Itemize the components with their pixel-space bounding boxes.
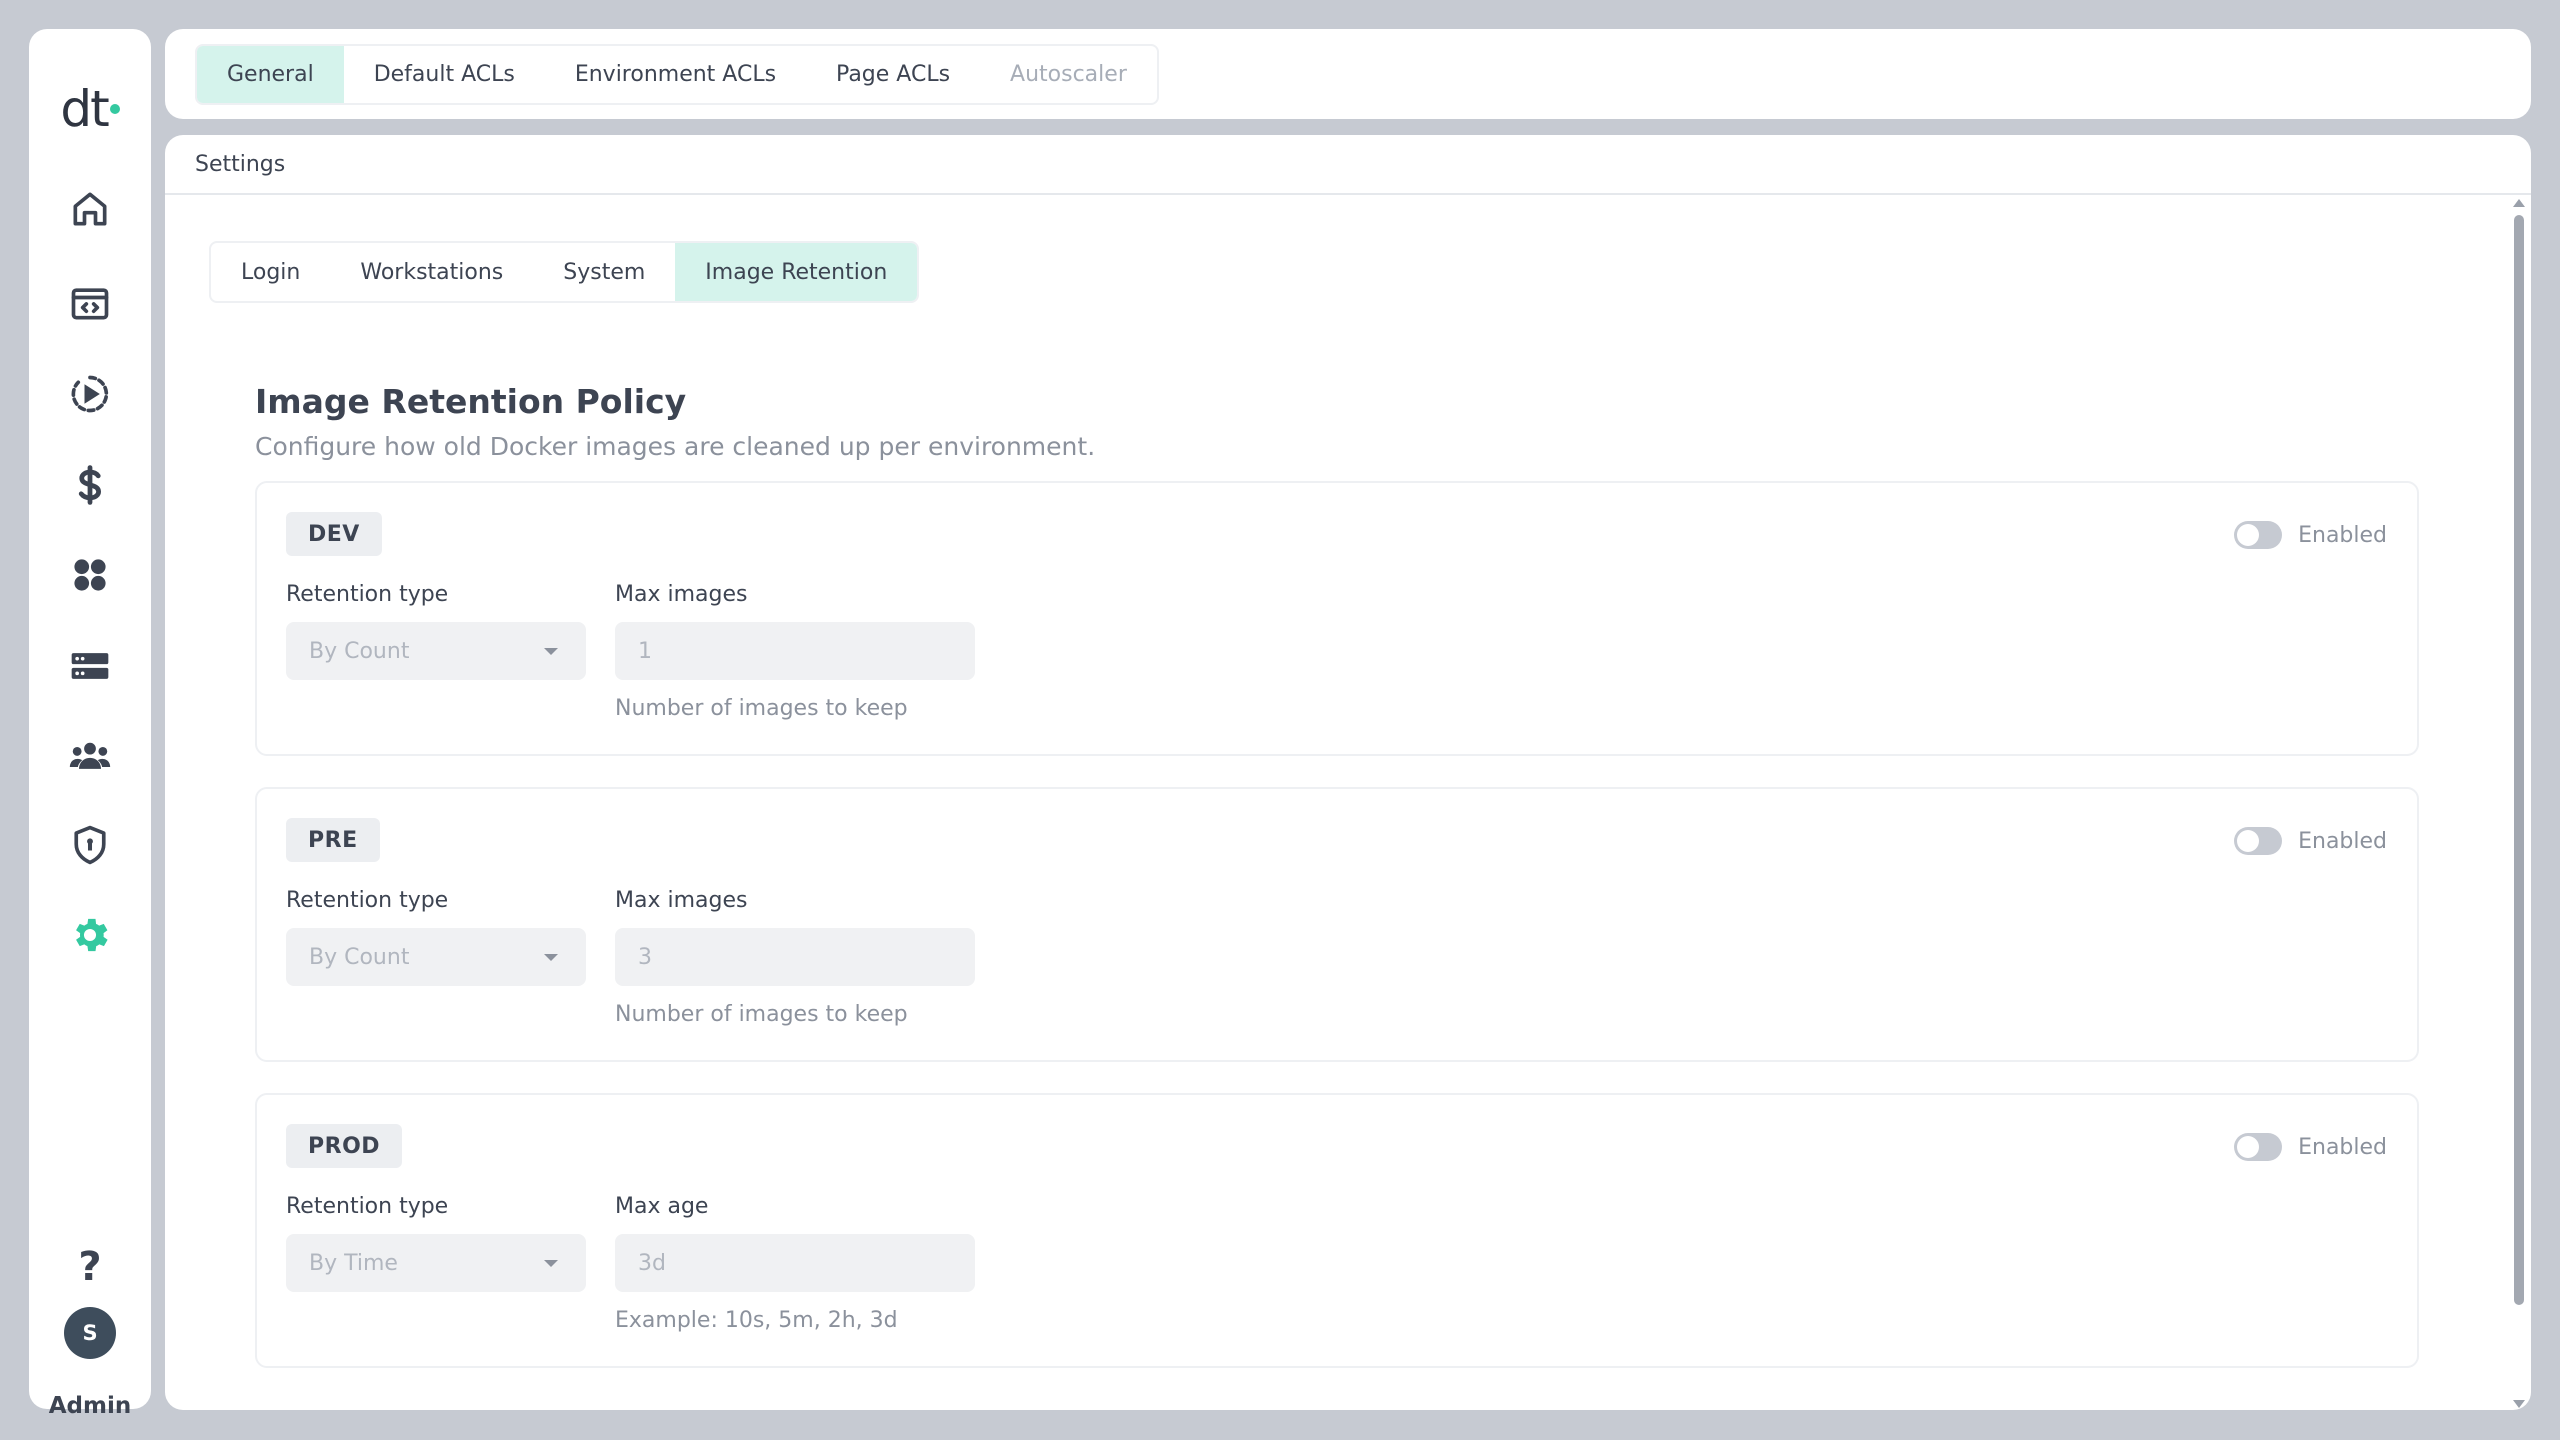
env-card-dev: DEV Enabled Retention type Max images By… [255,481,2419,756]
env-card-pre: PRE Enabled Retention type Max images By… [255,787,2419,1062]
settings-panel: Settings Login Workstations System Image… [165,135,2531,1410]
dollar-icon [78,465,102,505]
input-value: 3 [638,944,652,970]
code-window-icon [71,288,109,320]
select-value: By Time [309,1250,398,1276]
max-value-input[interactable]: 3 [615,928,975,986]
user-role-label: Admin [48,1393,132,1419]
toggle-switch[interactable] [2234,1133,2283,1161]
retention-type-select[interactable]: By Count [286,928,586,986]
top-tabs: General Default ACLs Environment ACLs Pa… [195,44,1159,105]
shield-icon [74,825,106,865]
logo-dot [109,104,120,114]
input-value: 3d [638,1250,666,1276]
avatar[interactable]: S [64,1307,116,1359]
nav-home[interactable] [60,179,120,239]
tab-page-acls[interactable]: Page ACLs [806,46,980,103]
server-icon [71,653,109,679]
toggle-switch[interactable] [2234,521,2283,549]
nav-settings[interactable] [60,905,120,965]
retention-type-label: Retention type [286,1194,449,1219]
gear-icon [76,918,108,952]
env-card-prod: PROD Enabled Retention type Max age By T… [255,1093,2419,1368]
chevron-down-icon [544,1260,558,1267]
scroll-down-icon[interactable] [2513,1400,2525,1408]
select-value: By Count [309,638,410,664]
play-circle-icon [71,375,109,413]
toggle-switch[interactable] [2234,827,2283,855]
helper-text: Number of images to keep [615,696,908,721]
toggle-knob [2237,1136,2260,1158]
tab-system[interactable]: System [533,243,675,301]
tab-general[interactable]: General [197,46,344,103]
home-icon [73,192,107,226]
policy-title: Image Retention Policy [255,382,687,421]
input-value: 1 [638,638,652,664]
nav-users[interactable] [60,726,120,786]
env-badge: DEV [286,512,382,556]
enabled-toggle[interactable]: Enabled [2234,1133,2387,1161]
help-button[interactable]: ? [60,1237,120,1297]
nav-runs[interactable] [60,364,120,424]
max-value-label: Max age [615,1194,709,1219]
chevron-down-icon [544,648,558,655]
max-value-input[interactable]: 1 [615,622,975,680]
select-value: By Count [309,944,410,970]
panel-title: Settings [165,135,2531,195]
toggle-knob [2237,830,2260,852]
logo-text: dt [60,80,109,138]
tab-login[interactable]: Login [211,243,330,301]
tab-image-retention[interactable]: Image Retention [675,243,918,301]
env-badge: PRE [286,818,380,862]
max-value-label: Max images [615,888,748,913]
apps-icon [74,559,106,591]
logo[interactable]: dt [29,73,151,145]
toggle-knob [2237,524,2260,546]
helper-text: Example: 10s, 5m, 2h, 3d [615,1308,898,1333]
enabled-toggle[interactable]: Enabled [2234,521,2387,549]
sidebar: dt ? S Admin [29,29,151,1419]
retention-type-select[interactable]: By Count [286,622,586,680]
max-value-label: Max images [615,582,748,607]
nav-code[interactable] [60,273,120,333]
chevron-down-icon [544,954,558,961]
tab-workstations[interactable]: Workstations [330,243,533,301]
app-root: dt ? S Admin General Default ACLs Enviro… [0,0,2560,1440]
tab-autoscaler[interactable]: Autoscaler [980,46,1157,103]
avatar-initial: S [82,1321,98,1345]
toggle-label: Enabled [2298,522,2387,548]
top-bar: General Default ACLs Environment ACLs Pa… [165,29,2531,119]
nav-security[interactable] [60,815,120,875]
enabled-toggle[interactable]: Enabled [2234,827,2387,855]
retention-type-label: Retention type [286,582,449,607]
env-badge: PROD [286,1124,403,1168]
retention-type-label: Retention type [286,888,449,913]
max-value-input[interactable]: 3d [615,1234,975,1292]
tab-environment-acls[interactable]: Environment ACLs [545,46,806,103]
vertical-scrollbar[interactable] [2511,199,2525,1410]
nav-billing[interactable] [60,455,120,515]
toggle-label: Enabled [2298,828,2387,854]
helper-text: Number of images to keep [615,1002,908,1027]
tab-default-acls[interactable]: Default ACLs [344,46,545,103]
toggle-label: Enabled [2298,1134,2387,1160]
help-icon: ? [78,1244,102,1290]
users-icon [69,742,111,769]
scrollbar-thumb[interactable] [2514,215,2524,1305]
retention-type-select[interactable]: By Time [286,1234,586,1292]
settings-sub-tabs: Login Workstations System Image Retentio… [209,241,920,303]
policy-description: Configure how old Docker images are clea… [255,432,1096,461]
nav-servers[interactable] [60,636,120,696]
nav-apps[interactable] [60,545,120,605]
scroll-up-icon[interactable] [2513,199,2525,207]
